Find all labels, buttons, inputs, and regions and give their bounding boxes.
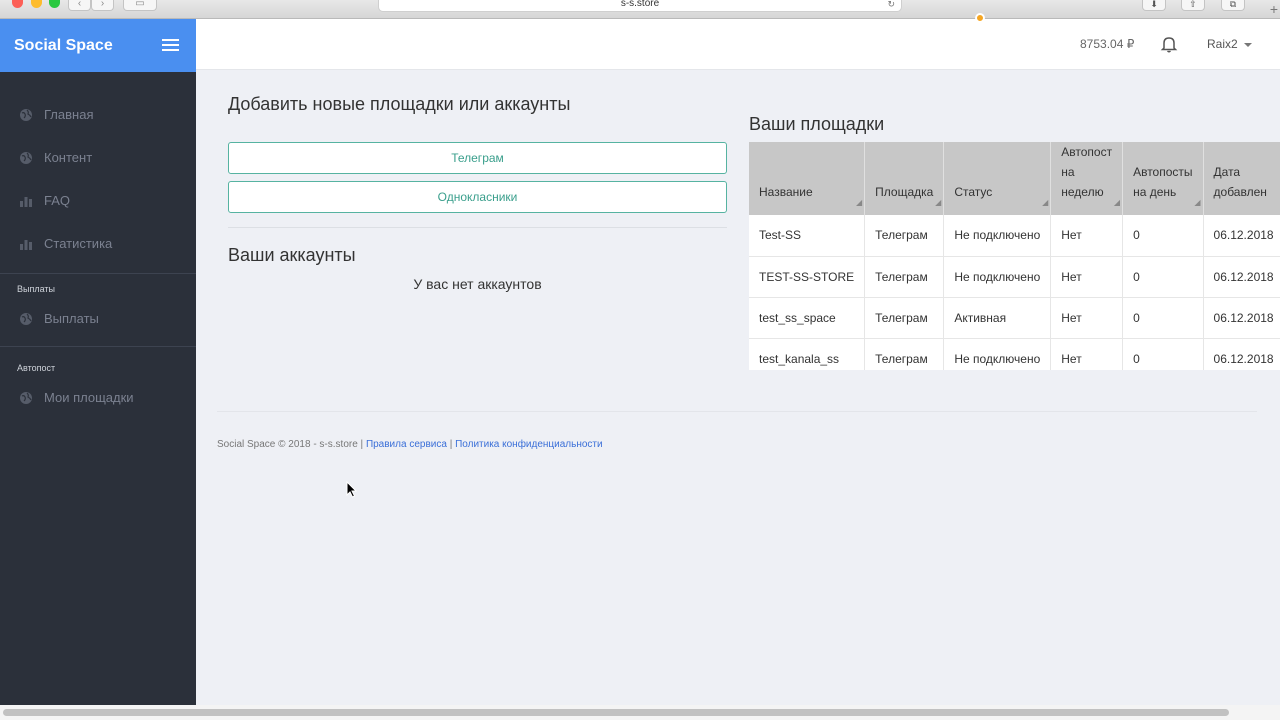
table-cell: Телеграм — [864, 297, 945, 339]
url-text: s-s.store — [620, 0, 660, 9]
add-section-title: Добавить новые площадки или аккаунты — [228, 94, 571, 114]
section-title-payouts: Выплаты — [17, 284, 55, 294]
sidebar-item-label: Контент — [44, 150, 93, 165]
column-header[interactable]: Статус ◢ — [943, 142, 1052, 215]
footer: Social Space © 2018 - s-s.store | Правил… — [217, 439, 603, 450]
table-cell: test_kanala_ss — [749, 338, 866, 370]
table-cell: 0 — [1122, 215, 1204, 257]
sidebar-item-payouts[interactable]: Выплаты — [0, 297, 196, 340]
hamburger-menu-icon[interactable] — [162, 39, 179, 52]
table-cell: 06.12.2018 — [1203, 215, 1280, 257]
tabs-icon[interactable]: ⧉ — [1221, 0, 1245, 11]
footer-divider — [217, 411, 1257, 412]
places-table-container[interactable]: Название ◢ Площадка ◢ Статус ◢ Автопост на … — [749, 142, 1280, 370]
table-cell: Не подключено — [943, 338, 1052, 370]
sidebar-item-content[interactable]: Контент — [0, 136, 196, 179]
scrollbar-thumb[interactable] — [3, 709, 1229, 716]
table-header-row: Название ◢ Площадка ◢ Статус ◢ Автопост на … — [749, 142, 1280, 215]
table-cell: TEST-SS-STORE — [749, 256, 866, 298]
sidebar-item-faq[interactable]: FAQ — [0, 179, 196, 222]
back-button[interactable]: ‹ — [68, 0, 91, 11]
table-cell: test_ss_space — [749, 297, 866, 339]
table-cell: 06.12.2018 — [1203, 297, 1280, 339]
share-icon[interactable]: ⇧ — [1181, 0, 1205, 11]
add-odnoklassniki-button[interactable]: Однокласники — [228, 181, 727, 213]
forward-button[interactable]: › — [91, 0, 114, 11]
terms-link[interactable]: Правила сервиса — [366, 439, 447, 450]
sidebar-item-home[interactable]: Главная — [0, 93, 196, 136]
sidebar: Social Space Главная Контент FAQ Статист… — [0, 19, 196, 705]
footer-separator: | — [449, 439, 453, 450]
column-header[interactable]: Автопосты на день ◢ — [1122, 142, 1204, 215]
privacy-link[interactable]: Политика конфиденциальности — [455, 439, 603, 450]
table-cell: Телеграм — [864, 215, 945, 257]
top-header: 8753.04 ₽ Raix2 — [196, 19, 1280, 70]
globe-icon — [19, 151, 33, 165]
table-row[interactable]: test_ss_space Телеграм Активная Нет 0 06… — [749, 297, 1280, 339]
horizontal-scrollbar[interactable] — [0, 705, 1280, 720]
table-row[interactable]: TEST-SS-STORE Телеграм Не подключено Нет… — [749, 256, 1280, 298]
table-cell: Test-SS — [749, 215, 866, 257]
accounts-empty-text: У вас нет аккаунтов — [413, 276, 542, 292]
globe-icon — [19, 108, 33, 122]
table-cell: Нет — [1050, 297, 1124, 339]
section-title-autopost: Автопост — [17, 363, 56, 373]
brand-header: Social Space — [0, 19, 196, 72]
table-cell: 06.12.2018 — [1203, 338, 1280, 370]
places-table: Название ◢ Площадка ◢ Статус ◢ Автопост на … — [749, 142, 1280, 370]
table-cell: Нет — [1050, 256, 1124, 298]
globe-icon — [19, 391, 33, 405]
brand-title[interactable]: Social Space — [14, 37, 113, 55]
table-row[interactable]: Test-SS Телеграм Не подключено Нет 0 06.… — [749, 215, 1280, 257]
minimize-window-button[interactable] — [31, 0, 42, 8]
sidebar-item-my-places[interactable]: Мои площадки — [0, 376, 196, 419]
table-cell: 0 — [1122, 338, 1204, 370]
reload-icon[interactable]: ↻ — [887, 0, 895, 9]
mouse-cursor-icon — [346, 480, 358, 503]
table-cell: Телеграм — [864, 256, 945, 298]
sidebar-item-label: Статистика — [44, 236, 113, 251]
sidebar-item-label: FAQ — [44, 193, 71, 208]
sidebar-item-statistics[interactable]: Статистика — [0, 222, 196, 265]
add-telegram-button[interactable]: Телеграм — [228, 142, 727, 174]
globe-icon — [19, 312, 33, 326]
sidebar-item-label: Мои площадки — [44, 390, 134, 405]
sidebar-item-label: Выплаты — [44, 311, 99, 326]
notifications-bell-icon[interactable] — [1160, 35, 1178, 53]
notification-badge — [975, 13, 985, 23]
table-row[interactable]: test_kanala_ss Телеграм Не подключено Не… — [749, 338, 1280, 370]
table-cell: 0 — [1122, 256, 1204, 298]
balance-value: 8753.04 ₽ — [1080, 37, 1135, 51]
new-tab-button[interactable]: + — [1270, 2, 1278, 16]
table-cell: Нет — [1050, 215, 1124, 257]
column-header[interactable]: Площадка ◢ — [864, 142, 945, 215]
column-header[interactable]: Автопост на неделю ◢ — [1050, 142, 1124, 215]
chevron-down-icon — [1243, 42, 1252, 47]
table-cell: Не подключено — [943, 256, 1052, 298]
zoom-window-button[interactable] — [49, 0, 60, 8]
table-cell: Активная — [943, 297, 1052, 339]
footer-copyright: Social Space © 2018 - s-s.store | — [217, 439, 364, 450]
accounts-title: Ваши аккаунты — [228, 245, 356, 265]
close-window-button[interactable] — [12, 0, 23, 8]
column-header[interactable]: Название ◢ — [749, 142, 866, 215]
bar-chart-icon — [19, 194, 33, 208]
table-cell: Нет — [1050, 338, 1124, 370]
download-icon[interactable]: ⬇ — [1142, 0, 1166, 11]
table-cell: Не подключено — [943, 215, 1052, 257]
bar-chart-icon — [19, 237, 33, 251]
column-header[interactable]: Дата добавлен — [1203, 142, 1280, 215]
places-title: Ваши площадки — [749, 114, 885, 134]
sidebar-item-label: Главная — [44, 107, 94, 122]
browser-toolbar: ‹ › ▭ s-s.store ↻ ⬇ ⇧ ⧉ + — [0, 0, 1280, 19]
username: Raix2 — [1207, 37, 1238, 51]
table-cell: 06.12.2018 — [1203, 256, 1280, 298]
table-cell: 0 — [1122, 297, 1204, 339]
sidebar-toggle-button[interactable]: ▭ — [123, 0, 157, 11]
user-menu[interactable]: Raix2 — [1207, 37, 1252, 51]
section-divider — [228, 227, 727, 228]
address-bar[interactable]: s-s.store ↻ — [378, 0, 902, 12]
table-cell: Телеграм — [864, 338, 945, 370]
